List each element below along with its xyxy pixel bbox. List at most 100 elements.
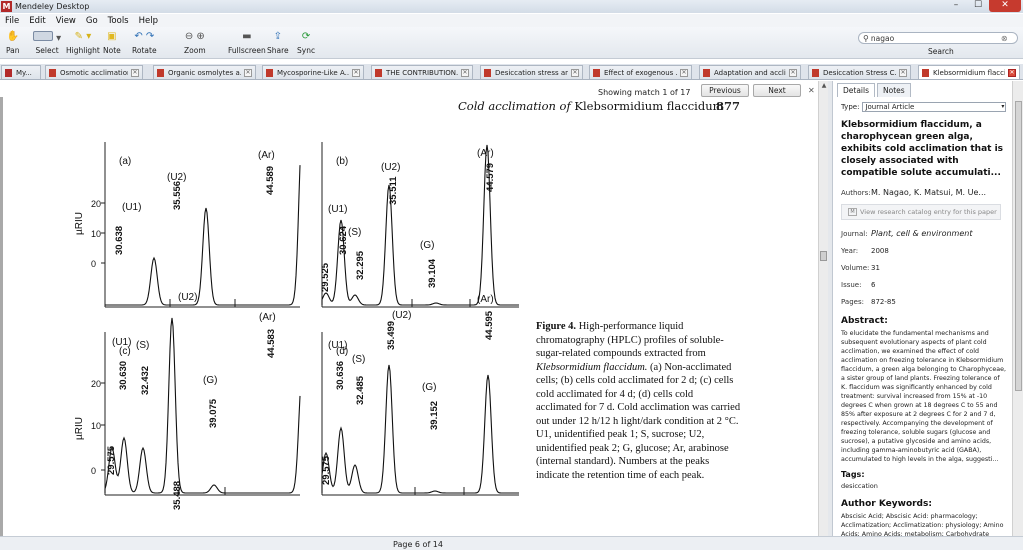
volume-label: Volume: (841, 264, 870, 272)
note-button[interactable]: ▣ Note (103, 31, 121, 55)
peak-identity-label: (U1) (328, 340, 347, 351)
y-axis-label: µRIU (74, 417, 85, 440)
tab-label: My... (16, 68, 32, 77)
header-italic: Cold acclimation of (458, 99, 571, 113)
select-button[interactable]: ▾ Select (33, 31, 61, 55)
retention-time-label: 29.525 (320, 262, 331, 292)
tab-my-library[interactable]: My... (1, 65, 41, 79)
authors-row: Authors: M. Nagao, K. Matsui, M. Ue... (841, 188, 1007, 197)
retention-time-label: 32.295 (355, 250, 366, 280)
tab-document-active[interactable]: Klebsormidium flacci... ✕ (918, 65, 1020, 79)
authors-value[interactable]: M. Nagao, K. Matsui, M. Ue... (871, 188, 986, 197)
close-tab-icon[interactable]: ✕ (244, 68, 252, 77)
menu-tools[interactable]: Tools (103, 16, 134, 26)
chromatogram-trace (321, 364, 519, 494)
close-tab-icon[interactable]: ✕ (1008, 68, 1016, 77)
issue-value[interactable]: 6 (871, 281, 875, 289)
hplc-figure: (a) (b)(c) (d)20100µRIU20100µRIU(U1)30.638… (74, 142, 519, 510)
journal-row: Journal: Plant, cell & environment (841, 229, 1007, 238)
tab-label: Desiccation Stress C... (823, 68, 896, 77)
issue-row: Issue: 6 (841, 281, 1007, 289)
tab-document[interactable]: Desiccation stress an... ✕ (480, 65, 583, 79)
peak-identity-label: (Ar) (477, 148, 494, 159)
document-title[interactable]: Klebsormidium flaccidum, a charophycean … (841, 119, 1007, 179)
tab-document[interactable]: Organic osmolytes a... ✕ (153, 65, 256, 79)
caption-rest: (a) Non-acclimated cells; (b) cells cold… (536, 361, 741, 481)
document-scrollbar[interactable]: ▲ (818, 81, 828, 536)
pdf-icon (812, 68, 819, 77)
retention-time-label: 30.638 (114, 226, 125, 255)
scrollbar-thumb[interactable] (820, 251, 827, 261)
select-icon: ▾ (33, 31, 61, 44)
menu-view[interactable]: View (51, 16, 81, 26)
close-tab-icon[interactable]: ✕ (131, 68, 139, 77)
retention-time-label: 39.075 (208, 398, 219, 428)
pdf-icon (922, 68, 929, 77)
sync-button[interactable]: ⟳ Sync (297, 31, 315, 55)
fullscreen-label: Fullscreen (228, 46, 266, 55)
close-tab-icon[interactable]: ✕ (899, 68, 907, 77)
peak-identity-label: (U1) (328, 204, 347, 215)
minimize-button[interactable]: – (945, 0, 967, 12)
next-match-button[interactable]: Next (753, 84, 801, 97)
scrollbar-thumb[interactable] (1015, 101, 1022, 391)
page-running-header: Cold acclimation of Klebsormidium flacci… (458, 99, 724, 113)
tab-document[interactable]: Adaptation and accli... ✕ (699, 65, 801, 79)
peak-identity-label: (S) (348, 227, 361, 238)
chevron-down-icon: ▾ (1001, 103, 1005, 110)
year-value[interactable]: 2008 (871, 247, 889, 255)
maximize-button[interactable]: ☐ (967, 0, 989, 12)
search-input[interactable] (870, 33, 1001, 43)
pages-value[interactable]: 872-85 (871, 298, 896, 306)
peak-identity-label: (S) (136, 340, 149, 351)
previous-match-button[interactable]: Previous (701, 84, 749, 97)
pan-button[interactable]: ✋ Pan (6, 31, 20, 55)
highlight-label: Highlight (66, 46, 100, 55)
abstract-text[interactable]: To elucidate the fundamental mechanisms … (841, 329, 1007, 464)
zoom-button[interactable]: ⊖ ⊕ Zoom (184, 31, 206, 55)
search-icon: ⚲ (863, 33, 869, 43)
type-label: Type: (841, 103, 860, 111)
tab-notes[interactable]: Notes (877, 83, 911, 97)
menu-go[interactable]: Go (81, 16, 103, 26)
close-find-icon[interactable]: ✕ (808, 86, 815, 95)
tab-document[interactable]: Effect of exogenous ... ✕ (589, 65, 692, 79)
peak-identity-label: (U1) (112, 337, 131, 348)
journal-value[interactable]: Plant, cell & environment (871, 229, 972, 238)
menu-edit[interactable]: Edit (24, 16, 50, 26)
pdf-icon (49, 68, 56, 77)
caption-title: Figure 4. (536, 321, 577, 332)
close-tab-icon[interactable]: ✕ (461, 68, 469, 77)
details-scrollbar[interactable] (1012, 81, 1023, 536)
y-tick-label: 10 (91, 421, 101, 431)
close-tab-icon[interactable]: ✕ (789, 68, 797, 77)
tab-document[interactable]: Mycosporine-Like A... ✕ (262, 65, 364, 79)
fullscreen-button[interactable]: ▬ Fullscreen (228, 31, 266, 55)
tags-value[interactable]: desiccation (841, 482, 1007, 490)
mendeley-logo-icon: M (1, 1, 12, 12)
clear-search-icon[interactable]: ⊗ (1001, 34, 1008, 43)
tab-document[interactable]: THE CONTRIBUTION... ✕ (371, 65, 473, 79)
menu-file[interactable]: File (0, 16, 24, 26)
close-tab-icon[interactable]: ✕ (352, 68, 360, 77)
retention-time-label: 39.152 (429, 401, 440, 430)
tab-details[interactable]: Details (837, 83, 876, 97)
tab-strip: My... Osmotic acclimation... ✕ Organic o… (0, 64, 1023, 80)
highlight-button[interactable]: ✎ ▾ Highlight (66, 31, 100, 55)
search-box[interactable]: ⚲ ⊗ (858, 32, 1018, 44)
tab-document[interactable]: Osmotic acclimation... ✕ (45, 65, 143, 79)
menu-help[interactable]: Help (134, 16, 163, 26)
y-tick-label: 20 (91, 379, 101, 389)
close-tab-icon[interactable]: ✕ (571, 68, 579, 77)
catalog-link[interactable]: M View research catalog entry for this p… (841, 204, 1001, 220)
search-label: Search (928, 47, 954, 56)
close-window-button[interactable]: ✕ (989, 0, 1021, 12)
volume-value[interactable]: 31 (871, 264, 880, 272)
close-tab-icon[interactable]: ✕ (680, 68, 688, 77)
rotate-button[interactable]: ↶ ↷ Rotate (132, 31, 157, 55)
tab-document[interactable]: Desiccation Stress C... ✕ (808, 65, 911, 79)
tab-label: THE CONTRIBUTION... (386, 68, 458, 77)
retention-time-label: 32.485 (355, 375, 366, 405)
share-button[interactable]: ⇪ Share (267, 31, 289, 55)
type-select[interactable]: Journal Article ▾ (862, 102, 1007, 112)
